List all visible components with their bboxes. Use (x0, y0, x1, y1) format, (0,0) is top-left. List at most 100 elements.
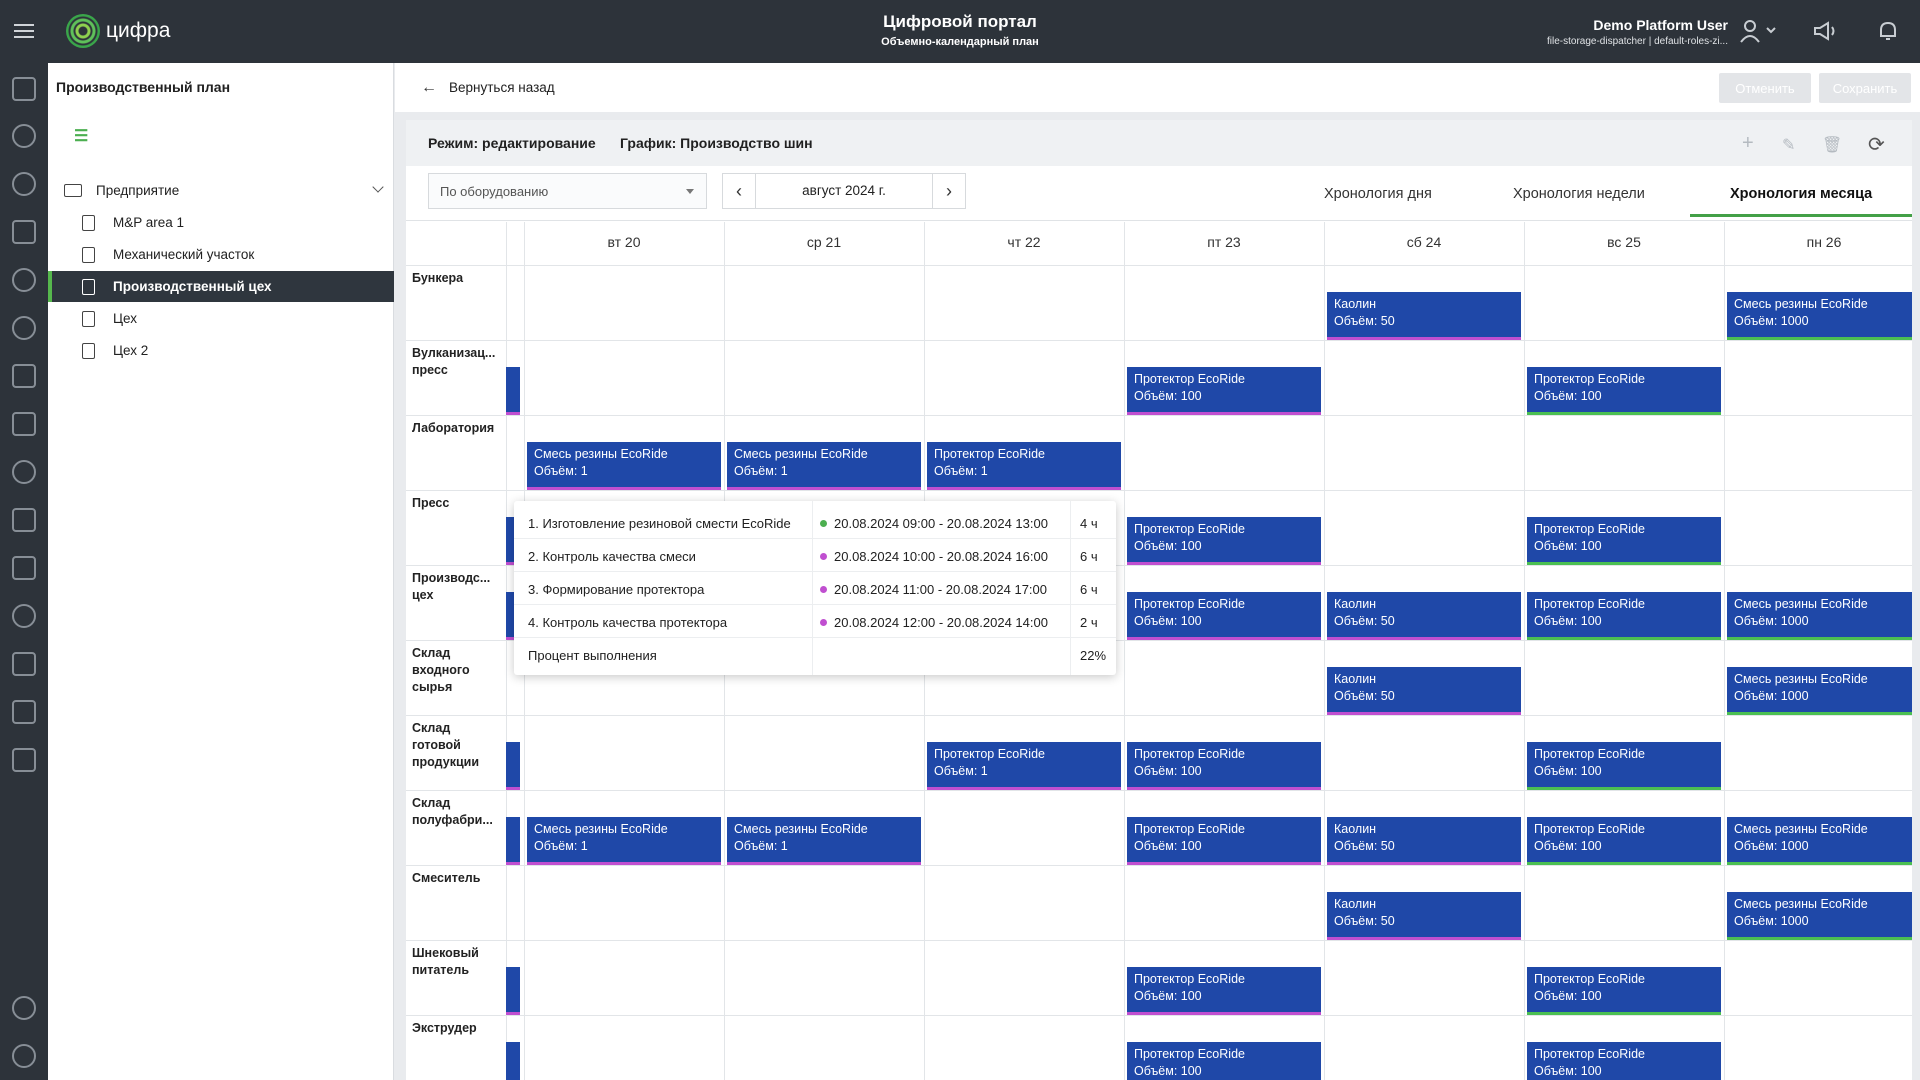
event-block[interactable]: Протектор EcoRide Объём: 100 (1127, 592, 1321, 640)
user-info[interactable]: Demo Platform User file-storage-dispatch… (1547, 17, 1728, 47)
row-label: Производс... цех (412, 571, 491, 602)
power-icon[interactable] (12, 1044, 36, 1068)
event-block[interactable]: Протектор EcoRide Объём: 100 (1527, 1042, 1721, 1080)
event-block[interactable]: Каолин Объём: 50 (1327, 667, 1521, 715)
event-block[interactable]: Протектор EcoRide Объём: 1 (927, 742, 1121, 790)
event-title: Смесь резины EcoRide (1734, 297, 1868, 311)
group-select[interactable]: По оборудованию (428, 173, 707, 209)
event-block-partial[interactable] (506, 967, 520, 1015)
event-title: Протектор EcoRide (934, 747, 1045, 761)
event-block[interactable]: Протектор EcoRide Объём: 100 (1127, 517, 1321, 565)
announcement-icon[interactable] (1812, 20, 1838, 42)
arrow-left-icon[interactable]: ← (421, 79, 437, 97)
event-title: Протектор EcoRide (1134, 822, 1245, 836)
event-block[interactable]: Протектор EcoRide Объём: 100 (1127, 742, 1321, 790)
event-block[interactable]: Каолин Объём: 50 (1327, 817, 1521, 865)
modules-icon[interactable] (12, 556, 36, 580)
apps-icon[interactable] (12, 748, 36, 772)
event-block[interactable]: Смесь резины EcoRide Объём: 1000 (1727, 817, 1912, 865)
event-block-partial[interactable] (506, 742, 520, 790)
edit-icon[interactable]: ✎ (1782, 135, 1795, 155)
layout-icon[interactable] (12, 364, 36, 388)
back-link[interactable]: Вернуться назад (449, 80, 555, 95)
event-block[interactable]: Смесь резины EcoRide Объём: 1 (727, 817, 921, 865)
event-block[interactable]: Смесь резины EcoRide Объём: 1 (727, 442, 921, 490)
event-block[interactable]: Смесь резины EcoRide Объём: 1 (527, 817, 721, 865)
event-block-partial[interactable] (506, 817, 520, 865)
save-button[interactable]: Сохранить (1819, 73, 1911, 103)
calendar-icon[interactable] (12, 220, 36, 244)
event-block[interactable]: Протектор EcoRide Объём: 100 (1527, 817, 1721, 865)
row-divider (406, 415, 1912, 416)
route-icon[interactable] (12, 508, 36, 532)
event-block[interactable]: Протектор EcoRide Объём: 100 (1527, 367, 1721, 415)
cancel-button[interactable]: Отменить (1719, 73, 1811, 103)
date-label[interactable]: август 2024 г. (755, 174, 933, 208)
event-title: Смесь резины EcoRide (1734, 597, 1868, 611)
event-block[interactable]: Смесь резины EcoRide Объём: 1000 (1727, 292, 1912, 340)
event-block[interactable]: Протектор EcoRide Объём: 100 (1127, 1042, 1321, 1080)
tab-week[interactable]: Хронология недели (1513, 186, 1645, 202)
chevron-down-icon[interactable] (372, 181, 384, 193)
tree-item[interactable]: Механический участок (48, 239, 394, 270)
graph-icon[interactable] (12, 652, 36, 676)
event-block[interactable]: Протектор EcoRide Объём: 100 (1527, 517, 1721, 565)
event-block[interactable]: Протектор EcoRide Объём: 100 (1527, 592, 1721, 640)
file-icon (82, 278, 95, 295)
event-block[interactable]: Протектор EcoRide Объём: 100 (1127, 367, 1321, 415)
event-block[interactable]: Протектор EcoRide Объём: 100 (1527, 742, 1721, 790)
operation-duration: 2 ч (1080, 615, 1098, 630)
row-label: Экструдер (412, 1021, 477, 1035)
next-period-button[interactable]: › (933, 174, 965, 208)
tree-item-selected[interactable]: Производственный цех (48, 271, 394, 302)
tree-item[interactable]: M&P area 1 (48, 207, 394, 238)
event-block[interactable]: Протектор EcoRide Объём: 100 (1527, 967, 1721, 1015)
row-divider (406, 865, 1912, 866)
tree-item[interactable]: Цех 2 (48, 335, 394, 366)
progress-value: 22% (1080, 648, 1107, 663)
analytics-icon[interactable] (12, 172, 36, 196)
add-icon[interactable]: + (1742, 132, 1754, 155)
gear-icon[interactable] (12, 996, 36, 1020)
tab-day[interactable]: Хронология дня (1324, 186, 1432, 202)
tab-month[interactable]: Хронология месяца (1730, 186, 1872, 202)
trash-icon[interactable]: 🗑 (1822, 135, 1842, 155)
event-block[interactable]: Каолин Объём: 50 (1327, 592, 1521, 640)
event-block[interactable]: Каолин Объём: 50 (1327, 892, 1521, 940)
event-title: Протектор EcoRide (1134, 1047, 1245, 1061)
event-block[interactable]: Смесь резины EcoRide Объём: 1 (527, 442, 721, 490)
align-icon[interactable] (12, 700, 36, 724)
event-block[interactable]: Протектор EcoRide Объём: 100 (1127, 967, 1321, 1015)
event-title: Каолин (1334, 822, 1377, 836)
event-block-partial[interactable] (506, 367, 520, 415)
dashboard-icon[interactable] (12, 124, 36, 148)
event-title: Смесь резины EcoRide (534, 822, 668, 836)
file-icon (82, 310, 95, 327)
send-icon[interactable] (12, 77, 36, 101)
tree-root[interactable]: Предприятие (48, 175, 394, 206)
event-volume: Объём: 100 (1134, 539, 1202, 553)
bulb-icon[interactable] (12, 604, 36, 628)
file-icon (82, 246, 95, 263)
event-block[interactable]: Смесь резины EcoRide Объём: 1000 (1727, 667, 1912, 715)
operation-period: 20.08.2024 11:00 - 20.08.2024 17:00 (834, 582, 1048, 597)
event-block[interactable]: Каолин Объём: 50 (1327, 292, 1521, 340)
tooltip-row: 3. Формирование протектора 20.08.2024 11:… (514, 572, 1116, 605)
list-icon[interactable] (12, 412, 36, 436)
bulb-icon[interactable] (12, 460, 36, 484)
event-block-partial[interactable] (506, 1042, 520, 1080)
tree-item[interactable]: Цех (48, 303, 394, 334)
bulb-icon[interactable] (12, 268, 36, 292)
event-block[interactable]: Протектор EcoRide Объём: 1 (927, 442, 1121, 490)
event-block[interactable]: Смесь резины EcoRide Объём: 1000 (1727, 892, 1912, 940)
bell-icon[interactable] (1876, 19, 1900, 43)
event-volume: Объём: 100 (1134, 389, 1202, 403)
prev-period-button[interactable]: ‹ (723, 174, 755, 208)
tree-collapse-icon[interactable]: ☰ (74, 126, 88, 146)
row-label: Бункера (412, 271, 464, 285)
event-block[interactable]: Смесь резины EcoRide Объём: 1000 (1727, 592, 1912, 640)
event-block[interactable]: Протектор EcoRide Объём: 100 (1127, 817, 1321, 865)
refresh-icon[interactable]: ⟳ (1868, 132, 1885, 157)
user-icon[interactable] (1738, 18, 1778, 44)
bulb-icon[interactable] (12, 316, 36, 340)
